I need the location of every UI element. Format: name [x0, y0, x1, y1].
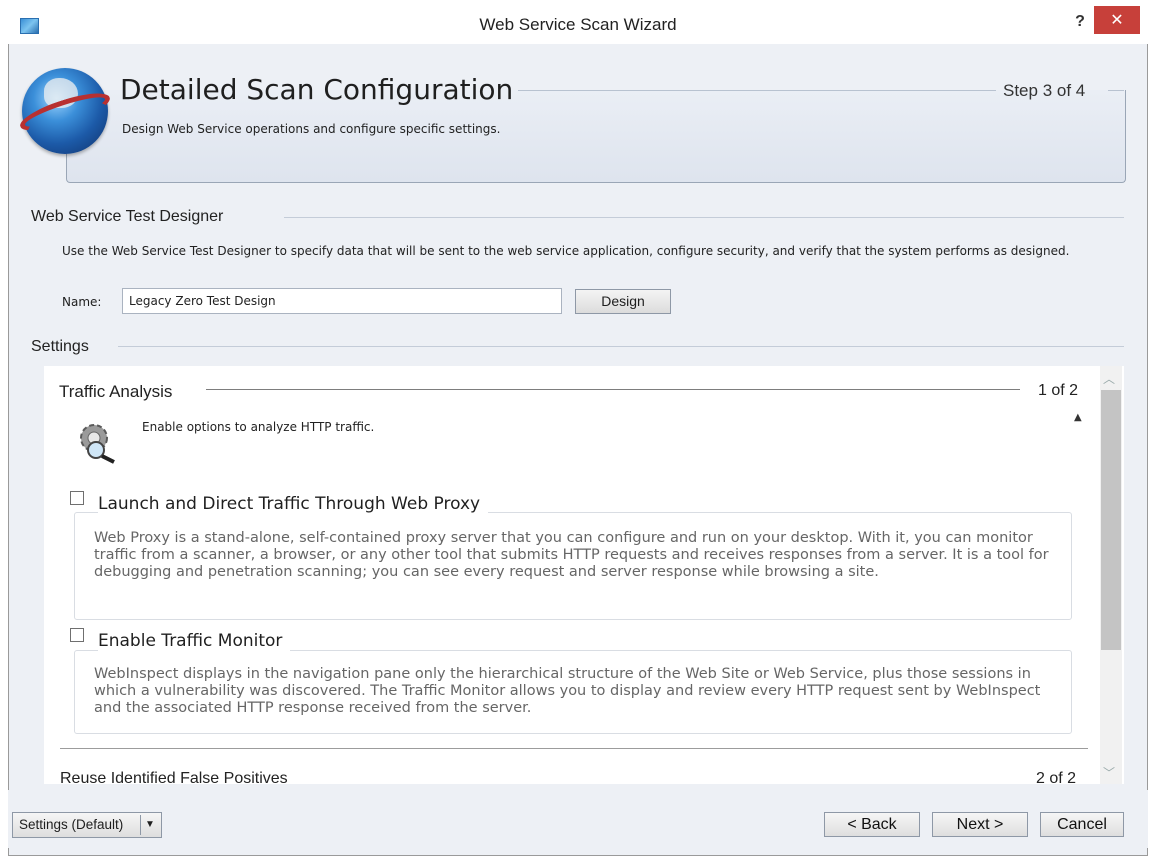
collapse-arrow-icon[interactable]: ▲ — [1074, 412, 1082, 423]
designer-description: Use the Web Service Test Designer to spe… — [62, 244, 1070, 258]
designer-heading: Web Service Test Designer — [31, 208, 224, 225]
reuse-false-positives-count: 2 of 2 — [1036, 770, 1077, 787]
traffic-analysis-count: 1 of 2 — [1038, 382, 1079, 399]
close-button[interactable]: ✕ — [1094, 6, 1140, 34]
header-divider — [518, 90, 996, 91]
dropdown-separator — [140, 815, 141, 835]
scroll-down-icon[interactable]: ﹀ — [1103, 764, 1115, 781]
help-button[interactable]: ? — [1068, 10, 1092, 34]
traffic-analysis-title: Traffic Analysis — [59, 382, 173, 401]
name-label: Name: — [62, 295, 102, 309]
settings-profile-dropdown[interactable]: Settings (Default) ▼ — [12, 812, 162, 838]
header-divider-right — [1108, 90, 1124, 91]
traffic-monitor-option-text: WebInspect displays in the navigation pa… — [94, 666, 1041, 716]
settings-heading-line — [118, 346, 1124, 347]
reuse-false-positives-title: Reuse Identified False Positives — [60, 770, 288, 787]
design-button[interactable]: Design — [575, 289, 671, 314]
cancel-button[interactable]: Cancel — [1040, 812, 1124, 837]
traffic-analysis-description: Enable options to analyze HTTP traffic. — [142, 420, 375, 434]
settings-heading: Settings — [31, 338, 89, 355]
scroll-thumb[interactable] — [1101, 390, 1121, 650]
settings-profile-label: Settings (Default) — [19, 817, 124, 832]
web-proxy-checkbox[interactable] — [70, 491, 84, 505]
window-title: Web Service Scan Wizard — [479, 15, 677, 34]
step-indicator: Step 3 of 4 — [1003, 81, 1086, 100]
traffic-analysis-line — [206, 389, 1020, 390]
title-bar: Web Service Scan Wizard ? ✕ — [8, 6, 1148, 44]
next-button[interactable]: Next > — [932, 812, 1028, 837]
designer-heading-line — [284, 217, 1124, 218]
web-proxy-option-text: Web Proxy is a stand-alone, self-contain… — [94, 530, 1049, 580]
page-title: Detailed Scan Configuration — [120, 73, 514, 106]
web-proxy-option-label: Launch and Direct Traffic Through Web Pr… — [98, 494, 489, 514]
traffic-monitor-option-label: Enable Traffic Monitor — [98, 631, 291, 651]
scroll-up-icon[interactable]: ︿ — [1103, 370, 1115, 387]
gear-magnifier-icon — [80, 424, 115, 464]
back-button[interactable]: < Back — [824, 812, 920, 837]
design-name-field[interactable] — [122, 288, 562, 314]
chevron-down-icon[interactable]: ▼ — [145, 813, 155, 837]
traffic-monitor-checkbox[interactable] — [70, 628, 84, 642]
page-subtitle: Design Web Service operations and config… — [122, 122, 501, 136]
settings-divider — [60, 748, 1088, 749]
